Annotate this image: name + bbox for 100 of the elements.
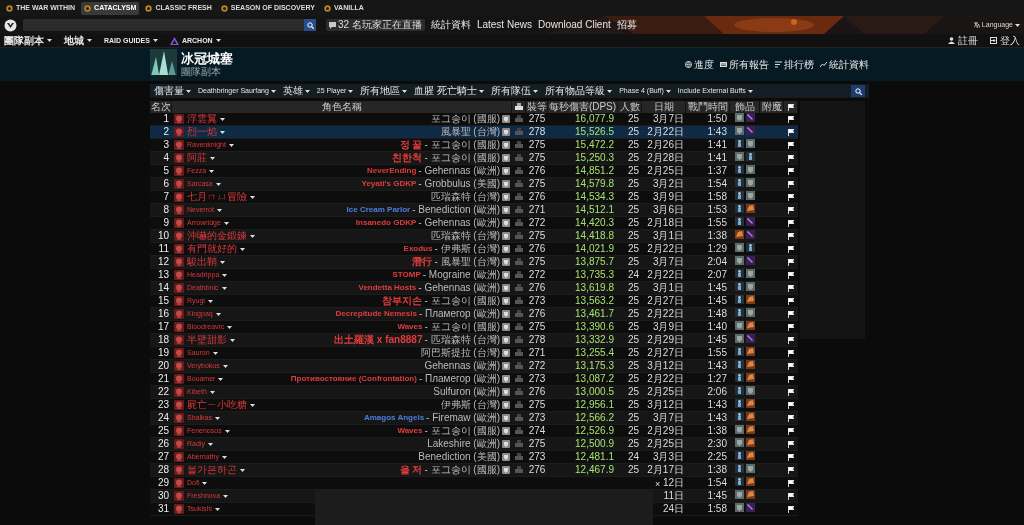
flag-icon[interactable] [788,141,794,149]
player-link[interactable]: 半壁甜影 [187,334,227,346]
ore-icon[interactable] [746,438,755,447]
flag-icon[interactable] [788,401,794,409]
login-link[interactable]: 登入 [990,34,1020,47]
table-row[interactable]: 11 有門就好的 Exodus - 伊弗斯 (台灣) 276 14,021.9 25 2月22日 1:29 [150,243,798,256]
flag-icon[interactable] [788,323,794,331]
guild-link[interactable]: Waves [397,321,423,333]
figure-icon[interactable] [746,243,755,252]
figure-icon[interactable] [735,477,744,486]
ore-icon[interactable] [735,230,744,239]
figure-icon[interactable] [735,204,744,213]
sword-icon[interactable] [746,256,755,265]
zone-link[interactable]: 進度 [685,58,714,71]
sword-icon[interactable] [746,113,755,122]
sword-icon[interactable] [746,503,755,512]
filter-dropdown[interactable]: 所有隊伍 [491,85,539,97]
figure-icon[interactable] [735,217,744,226]
flag-icon[interactable] [788,414,794,422]
guild-link[interactable]: 참부지손 [382,295,423,307]
guild-link[interactable]: NeverEnding [366,165,417,177]
flag-icon[interactable] [788,180,794,188]
filter-dropdown[interactable]: 所有物品等級 [545,85,613,97]
guild-link[interactable]: Insanedo GDKP [355,217,417,229]
flag-icon[interactable] [788,336,794,344]
guild-link[interactable]: 을 저 [399,464,423,476]
logo-icon[interactable] [4,18,17,32]
flag-icon[interactable] [788,388,794,396]
flag-icon[interactable] [788,479,794,487]
nav-link[interactable]: Download Client [537,19,611,31]
flag-icon[interactable] [788,375,794,383]
flag-icon[interactable] [788,258,794,266]
register-link[interactable]: 註冊 [948,34,978,47]
ore-icon[interactable] [746,490,755,499]
flag-icon[interactable] [788,362,794,370]
flag-icon[interactable] [788,245,794,253]
figure-icon[interactable] [735,360,744,369]
ore-icon[interactable] [746,451,755,460]
nav-link[interactable]: Latest News [476,19,532,31]
player-link[interactable]: 불가은하곤 [187,464,237,476]
flag-icon[interactable] [788,440,794,448]
zone-link[interactable]: 排行榜 [775,58,814,71]
close-button[interactable]: × [655,479,661,489]
figure-icon[interactable] [735,308,744,317]
filter-dropdown[interactable]: 英雄 [282,85,310,97]
flag-icon[interactable] [788,284,794,292]
figure-icon[interactable] [735,347,744,356]
live-button[interactable]: 32 名玩家正在直播 [326,19,425,31]
guild-link[interactable]: Amagos Angels [363,412,425,424]
flag-icon[interactable] [788,427,794,435]
table-row[interactable]: 18 半壁甜影 出土羅漢 x fan8887 - 匹瑞森特 (台灣) 278 13,332.9 25 2月29日 1:45 [150,334,798,347]
flag-icon[interactable] [788,128,794,136]
player-link[interactable]: 屍亡ㄧ小吃糖 [187,399,247,411]
sword-icon[interactable] [746,217,755,226]
guild-link[interactable]: Противостояние (Confrontation) [290,373,417,385]
figure-icon[interactable] [735,165,744,174]
ore-icon[interactable] [746,477,755,486]
ore-icon[interactable] [746,425,755,434]
table-row[interactable]: 4 阿莊 친한척 - 포그송이 (國服) 275 15,250.3 25 2月28日 1:41 [150,152,798,165]
player-link[interactable]: 浮雲翼 [187,113,217,125]
filter-dropdown[interactable]: 傷害量 [154,85,191,97]
figure-icon[interactable] [735,399,744,408]
search-field[interactable] [23,19,304,31]
sword-icon[interactable] [746,334,755,343]
guild-link[interactable]: 出土羅漢 x fan8887 [334,334,423,346]
figure-icon[interactable] [735,373,744,382]
figure-icon[interactable] [735,386,744,395]
flag-icon[interactable] [788,297,794,305]
figure-icon[interactable] [735,269,744,278]
player-link[interactable]: 駿出鞘 [187,256,217,268]
flag-icon[interactable] [788,453,794,461]
ore-icon[interactable] [746,204,755,213]
flag-icon[interactable] [788,167,794,175]
flag-icon[interactable] [788,466,794,474]
ore-icon[interactable] [746,321,755,330]
sword-icon[interactable] [746,230,755,239]
filter-dropdown[interactable]: 所有地區 [360,85,408,97]
search-button[interactable] [304,19,316,31]
nav-menu[interactable]: 地城 [64,34,92,47]
guild-link[interactable]: Ice Cream Parlor [346,204,411,216]
guild-link[interactable]: Vendetta Hosts [358,282,417,294]
nav-link[interactable]: 統計資料 [430,19,471,31]
player-link[interactable]: 阿莊 [187,152,207,164]
flag-icon[interactable] [788,310,794,318]
guild-link[interactable]: Exodus [403,243,433,255]
search-button[interactable] [851,85,865,97]
zone-link[interactable]: 統計資料 [820,58,869,71]
sword-icon[interactable] [746,126,755,135]
ore-icon[interactable] [746,373,755,382]
player-link[interactable]: 七月ㄇㄩ冒險 [187,191,247,203]
ore-icon[interactable] [746,399,755,408]
flag-icon[interactable] [788,492,794,500]
guild-link[interactable]: Decrepitude Nemesis [335,308,417,320]
flag-icon[interactable] [788,505,794,513]
table-row[interactable]: 12 駿出鞘 潛行 - 風暴聖 (台灣) 275 13,875.7 25 3月7日 2:04 [150,256,798,269]
guild-link[interactable]: 친한척 [392,152,423,164]
ore-icon[interactable] [746,412,755,421]
player-link[interactable]: 有門就好的 [187,243,237,255]
nav-link[interactable]: 招募 [616,19,637,31]
table-row[interactable]: 23 屍亡ㄧ小吃糖 伊弗斯 (台灣) 275 12,956.1 25 3月12日 1:43 [150,399,798,412]
